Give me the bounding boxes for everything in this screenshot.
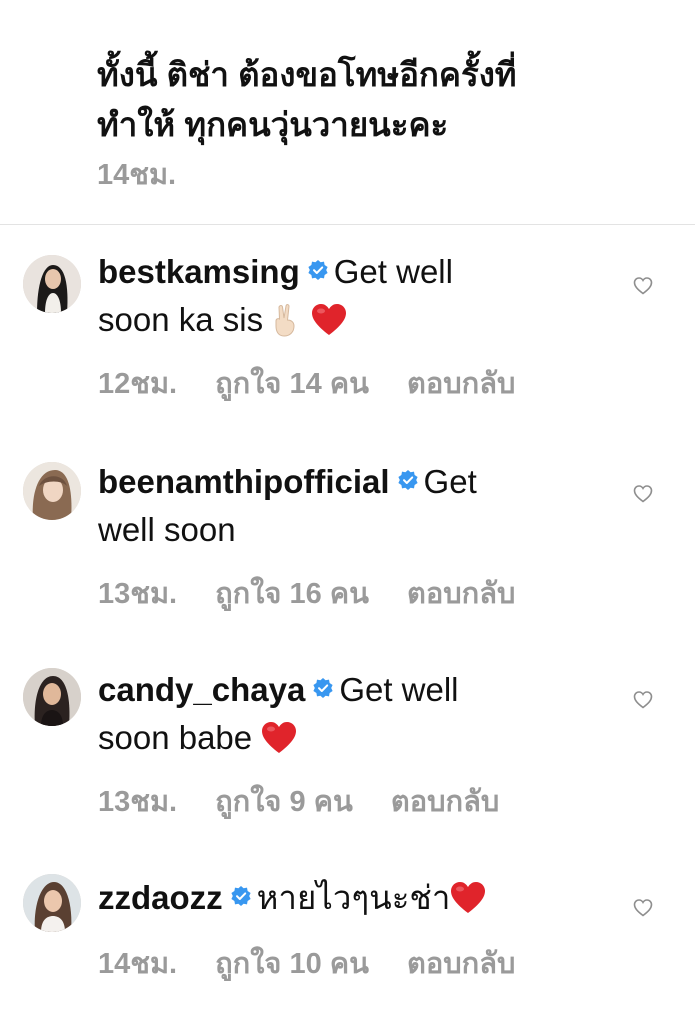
comment-item: candy_chaya Get well soon babe 13ชม. ถูกใจ… [0, 666, 695, 836]
reply-button[interactable]: ตอบกลับ [407, 944, 515, 984]
comment-item: zzdaozz หายไวๆนะช่า 14ชม. ถูกใจ 10 คน ตอบกล… [0, 874, 695, 1004]
comment-meta: 14ชม. ถูกใจ 10 คน ตอบกลับ [98, 944, 515, 984]
comment-body: candy_chaya Get well soon babe [98, 666, 598, 768]
comment-username[interactable]: zzdaozz [98, 879, 223, 916]
verified-badge-icon [313, 678, 333, 698]
comment-time: 14ชม. [98, 948, 178, 980]
comment-time: 12ชม. [98, 368, 178, 400]
like-heart-icon[interactable] [633, 276, 653, 296]
comment-item: beenamthipofficial Get well soon 13ชม. ถูก… [0, 458, 695, 628]
avatar[interactable] [23, 462, 81, 520]
like-heart-icon[interactable] [633, 484, 653, 504]
comment-body: beenamthipofficial Get well soon [98, 458, 598, 554]
comment-likes-link[interactable]: ถูกใจ 16 คน [215, 574, 369, 614]
post-caption: ทั้งนี้ ติช่า ต้องขอโทษอีกครั้งที่ ทำให้… [97, 50, 617, 150]
verified-badge-icon [231, 886, 251, 906]
avatar-image [23, 255, 81, 313]
comment-likes-link[interactable]: ถูกใจ 9 คน [215, 782, 353, 822]
comment-username[interactable]: bestkamsing [98, 253, 300, 290]
avatar-image [23, 874, 81, 932]
like-heart-icon[interactable] [633, 690, 653, 710]
avatar[interactable] [23, 668, 81, 726]
comment-likes-link[interactable]: ถูกใจ 14 คน [215, 364, 369, 404]
verified-badge-icon [308, 260, 328, 280]
victory-hand-emoji-icon [272, 302, 302, 350]
post-time: 14ชม. [97, 159, 177, 191]
like-heart-icon[interactable] [633, 898, 653, 918]
reply-button[interactable]: ตอบกลับ [407, 574, 515, 614]
comment-text: Get [423, 463, 477, 500]
comment-meta: 12ชม. ถูกใจ 14 คน ตอบกลับ [98, 364, 515, 404]
comment-text-line-2: well soon [98, 511, 236, 548]
red-heart-emoji-icon [311, 302, 347, 350]
comment-meta: 13ชม. ถูกใจ 16 คน ตอบกลับ [98, 574, 515, 614]
avatar-image [23, 462, 81, 520]
comment-body: zzdaozz หายไวๆนะช่า [98, 874, 598, 928]
comment-likes-link[interactable]: ถูกใจ 10 คน [215, 944, 369, 984]
reply-button[interactable]: ตอบกลับ [407, 364, 515, 404]
comment-text-line-2: soon babe [98, 719, 253, 756]
post-caption-line-2: ทำให้ ทุกคนวุ่นวายนะคะ [97, 106, 449, 143]
reply-button[interactable]: ตอบกลับ [391, 782, 499, 822]
comment-text: หายไวๆนะช่า [256, 879, 451, 916]
avatar[interactable] [23, 874, 81, 932]
comment-username[interactable]: beenamthipofficial [98, 463, 390, 500]
post-caption-line-1: ทั้งนี้ ติช่า ต้องขอโทษอีกครั้งที่ [97, 56, 517, 93]
avatar[interactable] [23, 255, 81, 313]
comment-text-line-2: soon ka sis [98, 301, 264, 338]
comment-time: 13ชม. [98, 578, 178, 610]
verified-badge-icon [397, 470, 418, 490]
comment-body: bestkamsing Get well soon ka sis [98, 248, 598, 350]
avatar-image [23, 668, 81, 726]
comment-meta: 13ชม. ถูกใจ 9 คน ตอบกลับ [98, 782, 499, 822]
red-heart-emoji-icon [261, 720, 297, 768]
comment-text: Get well [333, 253, 453, 290]
comment-item: bestkamsing Get well soon ka sis 12ชม. ถูก… [0, 248, 695, 418]
divider [0, 224, 695, 225]
comment-username[interactable]: candy_chaya [98, 671, 305, 708]
comment-text: Get well [339, 671, 459, 708]
comment-time: 13ชม. [98, 786, 178, 818]
red-heart-emoji-icon [450, 880, 486, 928]
